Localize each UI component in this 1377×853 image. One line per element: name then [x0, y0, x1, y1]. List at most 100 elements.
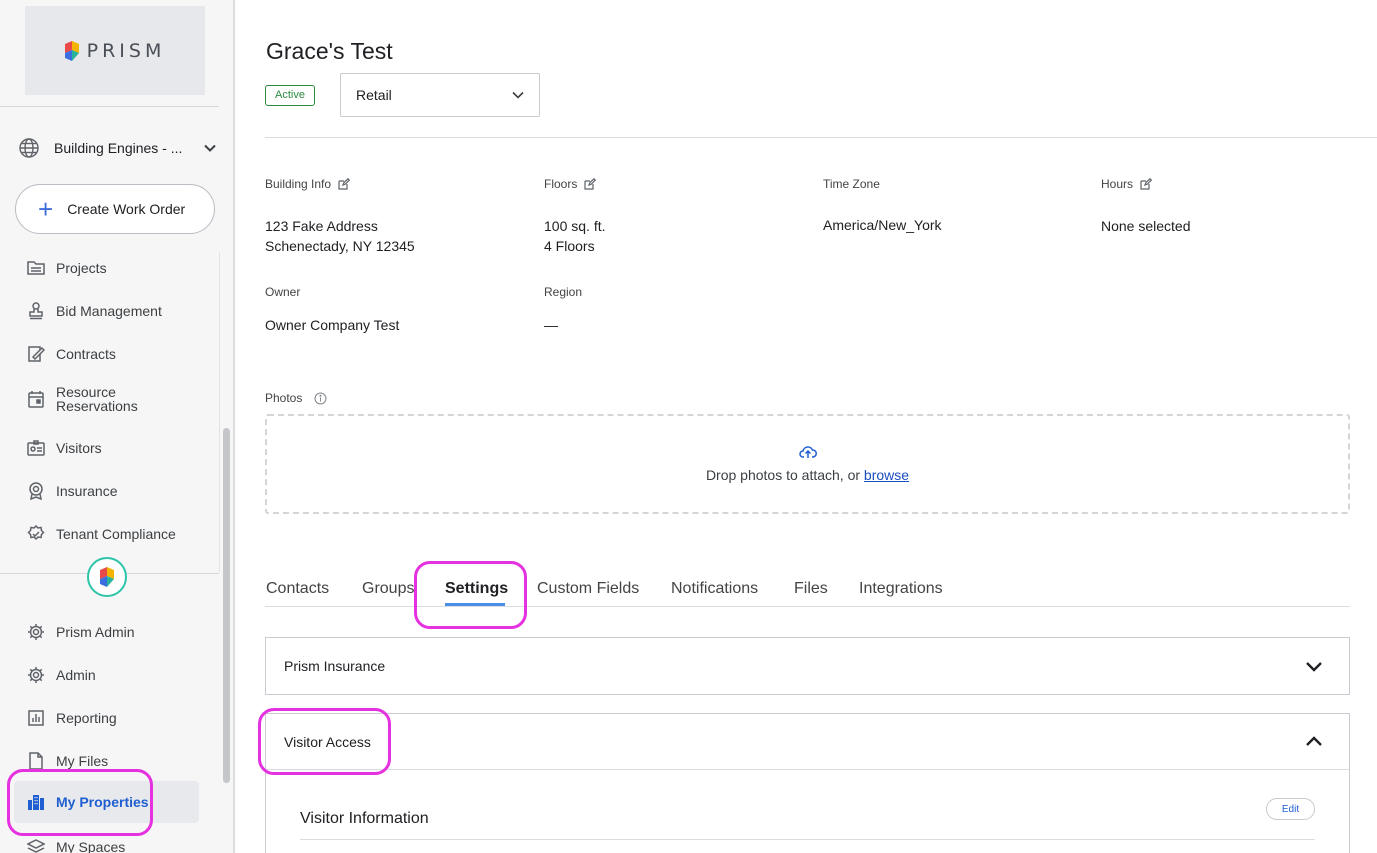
badge-icon: [24, 436, 48, 460]
award-icon: [24, 479, 48, 503]
sidebar-item-my-spaces[interactable]: My Spaces: [24, 835, 214, 853]
page-title: Grace's Test: [266, 38, 393, 64]
chevron-down-icon: [512, 91, 524, 99]
logo-text: PRISM: [86, 39, 166, 62]
sidebar-item-label: Prism Admin: [56, 624, 135, 640]
check-badge-icon: [24, 522, 48, 546]
tab-contacts[interactable]: Contacts: [266, 580, 329, 598]
main-content: Grace's Test Active Retail Building Info…: [235, 0, 1377, 853]
edit-icon[interactable]: [1140, 178, 1153, 190]
sidebar-item-tenant-compliance[interactable]: Tenant Compliance: [24, 522, 214, 546]
floors-area: 100 sq. ft.: [544, 218, 606, 234]
sidebar-item-my-properties[interactable]: My Properties: [14, 781, 199, 823]
building-address: 123 Fake Address Schenectady, NY 12345: [265, 216, 415, 256]
section-divider: [300, 839, 1315, 840]
building-icon: [24, 790, 48, 814]
dropzone-instruction: Drop photos to attach, or: [705, 467, 864, 483]
info-icon[interactable]: [314, 392, 327, 405]
sidebar-item-prism-admin[interactable]: Prism Admin: [24, 620, 214, 644]
sidebar-scroll-track: [219, 252, 220, 572]
sidebar-item-label: Tenant Compliance: [56, 526, 176, 542]
sidebar-item-label: Visitors: [56, 440, 102, 456]
chevron-down-icon: [204, 144, 216, 152]
sidebar-item-bid-management[interactable]: Bid Management: [24, 299, 214, 323]
edit-button[interactable]: Edit: [1266, 798, 1315, 820]
dropzone-text: Drop photos to attach, or browse: [706, 467, 909, 483]
sidebar: PRISM Building Engines - ... + Create Wo…: [0, 0, 235, 853]
building-info-label: Building Info: [265, 177, 351, 191]
tab-integrations[interactable]: Integrations: [859, 580, 943, 598]
visitor-access-title: Visitor Access: [284, 733, 371, 750]
sidebar-scrollbar[interactable]: [223, 428, 230, 783]
region-label-text: Region: [544, 285, 583, 299]
address-line-1: 123 Fake Address: [265, 218, 378, 234]
visitor-access-panel: Visitor Access Visitor Information Edit: [265, 713, 1350, 853]
folder-icon: [24, 256, 48, 280]
gear-icon: [24, 620, 48, 644]
sidebar-item-reporting[interactable]: Reporting: [24, 706, 214, 730]
building-info-label-text: Building Info: [265, 177, 332, 191]
status-badge: Active: [265, 85, 315, 106]
contract-icon: [24, 342, 48, 366]
stamp-icon: [24, 299, 48, 323]
sidebar-item-label: My Properties: [56, 794, 149, 810]
sidebar-divider: [0, 106, 219, 107]
photo-dropzone[interactable]: Drop photos to attach, or browse: [265, 414, 1350, 514]
sidebar-item-label: Insurance: [56, 483, 118, 499]
header-divider: [265, 137, 1377, 138]
calendar-icon: [24, 387, 48, 411]
photos-label: Photos: [265, 391, 327, 405]
floors-label: Floors: [544, 177, 597, 191]
hours-label-text: Hours: [1101, 177, 1134, 191]
floors-label-text: Floors: [544, 177, 578, 191]
property-tabs: Contacts Groups Settings Custom Fields N…: [265, 572, 1350, 607]
floors-value: 100 sq. ft. 4 Floors: [544, 216, 605, 256]
hours-value: None selected: [1101, 218, 1191, 234]
tab-settings[interactable]: Settings: [445, 580, 508, 598]
prism-logo-icon: [64, 40, 79, 61]
sidebar-item-projects[interactable]: Projects: [24, 256, 214, 280]
file-icon: [24, 749, 48, 773]
owner-label-text: Owner: [265, 285, 301, 299]
timezone-label-text: Time Zone: [823, 177, 880, 191]
prism-logo[interactable]: PRISM: [25, 6, 205, 95]
sidebar-item-label: Projects: [56, 260, 107, 276]
tab-groups[interactable]: Groups: [362, 580, 414, 598]
prism-insurance-title: Prism Insurance: [284, 658, 386, 674]
create-work-order-label: Create Work Order: [67, 201, 186, 217]
org-selector[interactable]: Building Engines - ...: [18, 134, 218, 162]
prism-insurance-panel: Prism Insurance: [265, 637, 1350, 695]
property-type-value: Retail: [356, 87, 392, 103]
sidebar-item-visitors[interactable]: Visitors: [24, 436, 214, 460]
sidebar-item-my-files[interactable]: My Files: [24, 749, 214, 773]
prism-logo-icon: [100, 567, 114, 587]
tab-custom-fields[interactable]: Custom Fields: [537, 580, 639, 598]
sidebar-item-contracts[interactable]: Contracts: [24, 342, 214, 366]
create-work-order-button[interactable]: + Create Work Order: [15, 184, 215, 234]
gear-icon: [24, 663, 48, 687]
owner-value: Owner Company Test: [265, 317, 400, 333]
edit-icon[interactable]: [584, 178, 597, 190]
photos-label-text: Photos: [265, 391, 303, 405]
tab-files[interactable]: Files: [794, 580, 828, 598]
prism-insurance-header[interactable]: Prism Insurance: [266, 638, 1349, 694]
browse-link[interactable]: browse: [864, 467, 909, 483]
chevron-down-icon: [1306, 662, 1322, 672]
tab-notifications[interactable]: Notifications: [671, 580, 758, 598]
address-line-2: Schenectady, NY 12345: [265, 238, 415, 254]
prism-admin-badge[interactable]: [87, 557, 127, 597]
floors-count: 4 Floors: [544, 238, 595, 254]
sidebar-item-label: Contracts: [56, 346, 116, 362]
bar-chart-icon: [24, 706, 48, 730]
sidebar-item-admin[interactable]: Admin: [24, 663, 214, 687]
timezone-value: America/New_York: [823, 217, 942, 233]
edit-icon[interactable]: [338, 178, 351, 190]
sidebar-item-resource-reservations[interactable]: Resource Reservations: [24, 385, 214, 413]
active-tab-indicator: [445, 603, 505, 606]
sidebar-item-label: Reporting: [56, 710, 117, 726]
chevron-up-icon: [1306, 735, 1322, 746]
property-type-select[interactable]: Retail: [340, 73, 540, 117]
visitor-access-header[interactable]: Visitor Access: [266, 714, 1349, 770]
sidebar-item-label: My Files: [56, 753, 109, 769]
sidebar-item-insurance[interactable]: Insurance: [24, 479, 214, 503]
